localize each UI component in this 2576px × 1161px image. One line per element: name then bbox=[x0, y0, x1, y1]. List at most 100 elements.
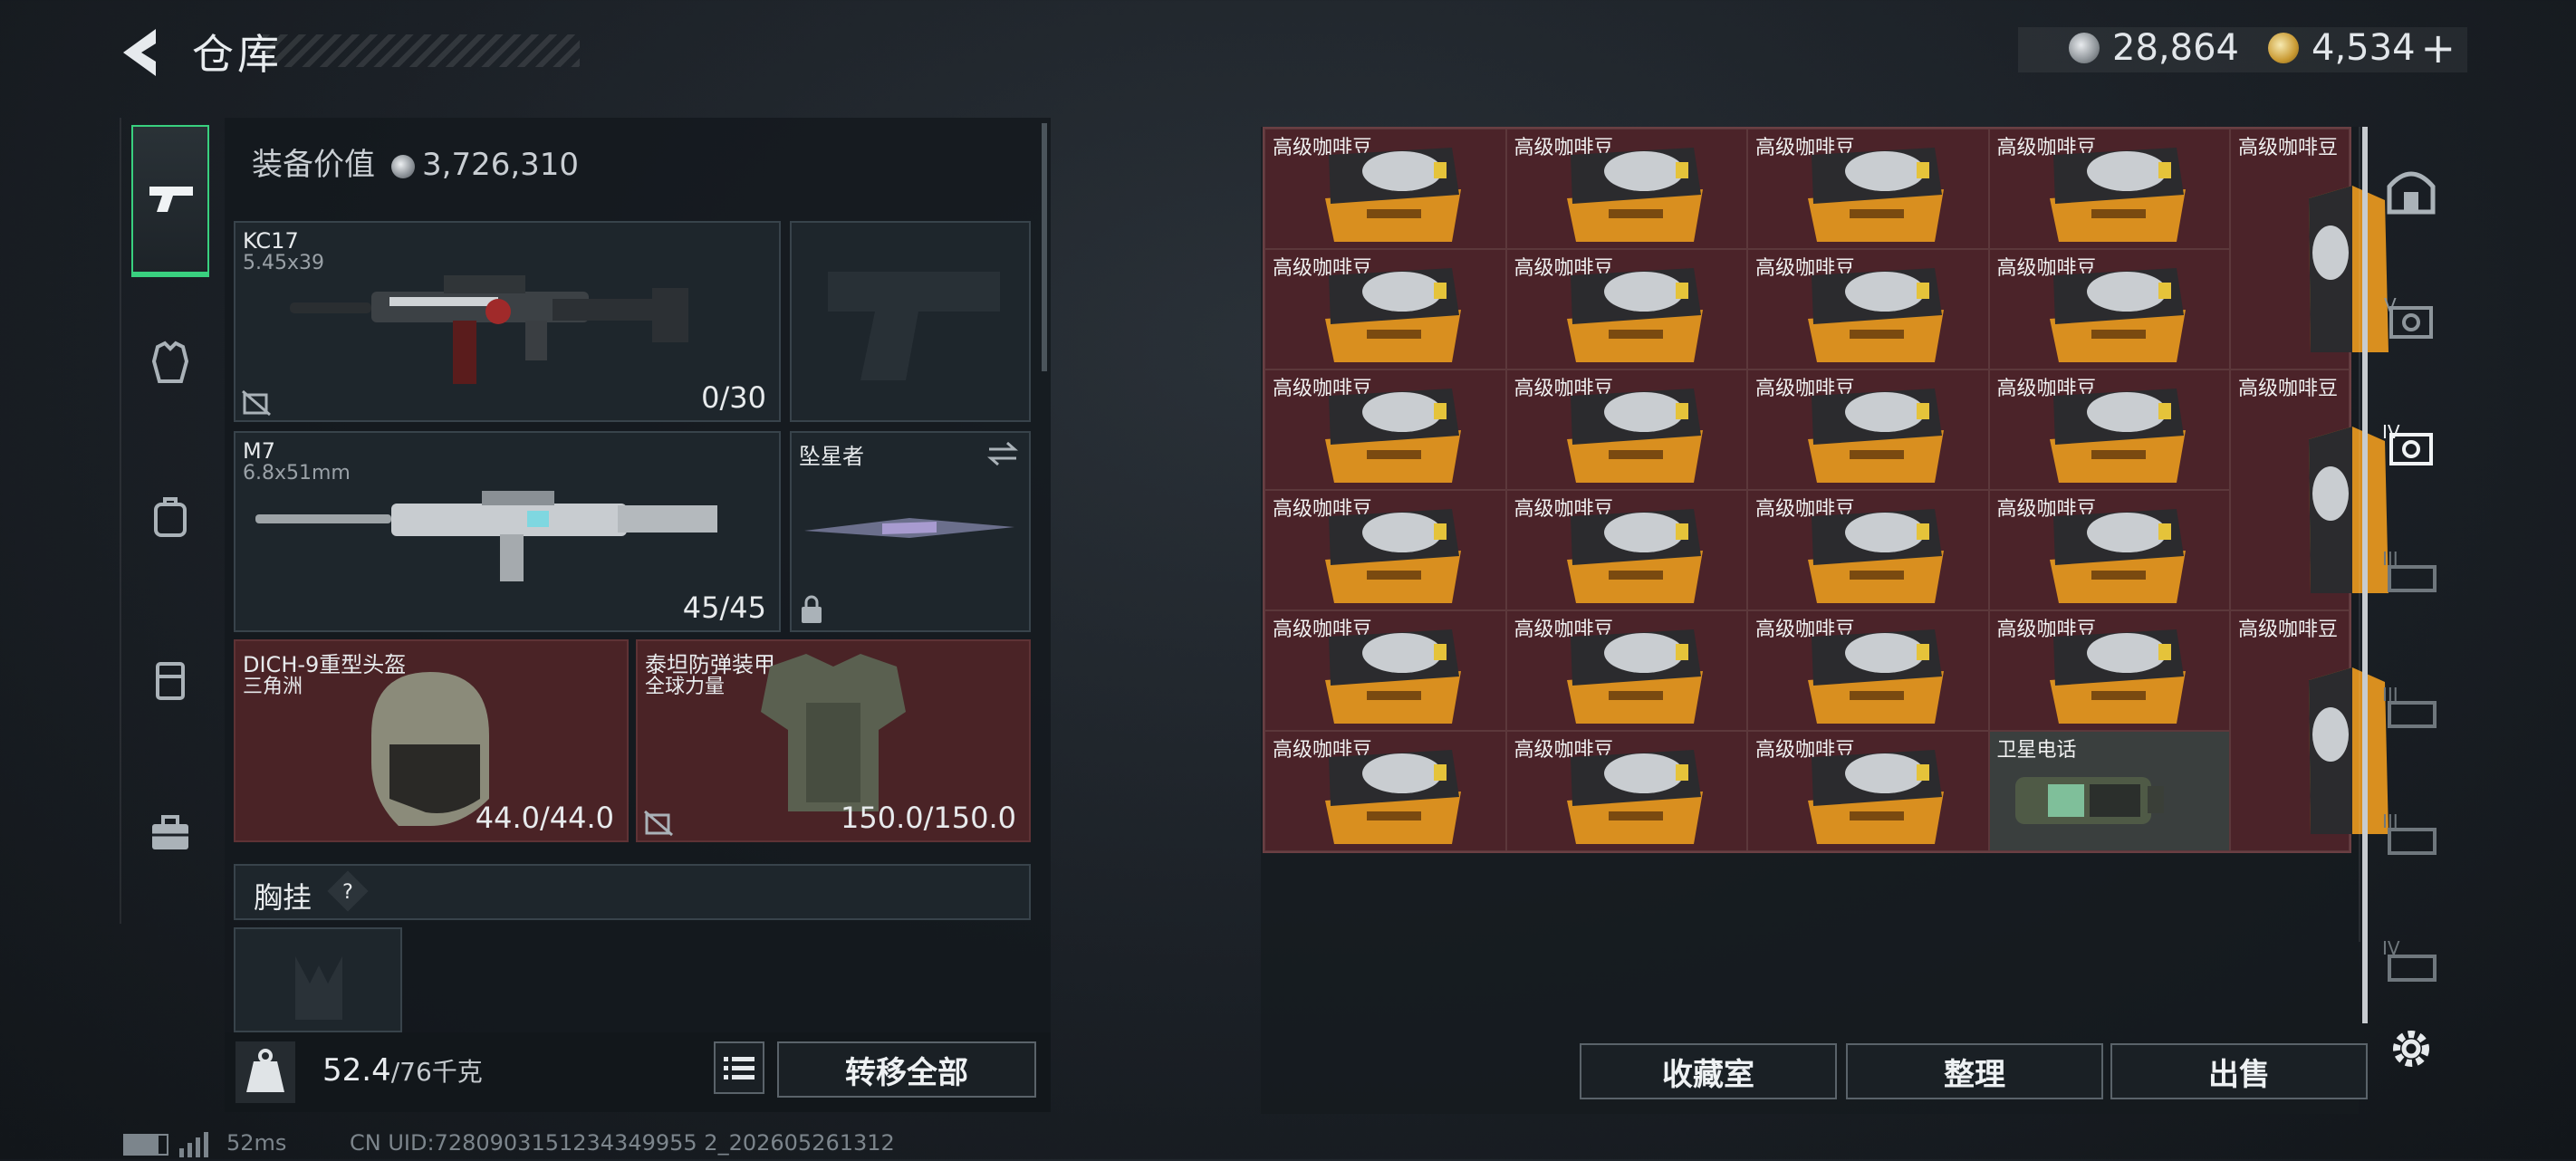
item-coffee-beans[interactable]: 高级咖啡豆 bbox=[1988, 369, 2230, 490]
coffee-bag-image bbox=[1325, 750, 1461, 844]
item-coffee-beans-large[interactable]: 高级咖啡豆 bbox=[2230, 369, 2389, 610]
item-coffee-beans[interactable]: 高级咖啡豆 bbox=[1264, 129, 1506, 249]
helmet-slot[interactable]: DICH-9重型头盔 三角洲 44.0/44.0 bbox=[234, 639, 629, 842]
item-coffee-beans[interactable]: 高级咖啡豆 bbox=[1747, 369, 1989, 490]
chest-rig-row[interactable]: 胸挂 ? bbox=[234, 864, 1031, 920]
nav-storage-4-active[interactable]: IV bbox=[2375, 408, 2447, 480]
uid-text: CN UID:7280903151234349955 2_20260526131… bbox=[350, 1130, 895, 1156]
item-coffee-beans[interactable]: 高级咖啡豆 bbox=[1747, 490, 1989, 610]
weight-icon bbox=[235, 1041, 295, 1103]
add-currency-button[interactable]: + bbox=[2421, 24, 2456, 72]
item-coffee-beans-large[interactable]: 高级咖啡豆 bbox=[2230, 129, 2389, 369]
coffee-bag-image bbox=[1808, 389, 1944, 483]
collection-button[interactable]: 收藏室 bbox=[1580, 1043, 1837, 1099]
silver-coin-icon bbox=[391, 154, 415, 178]
no-repair-icon bbox=[242, 389, 271, 417]
silver-amount: 28,864 bbox=[2112, 27, 2239, 69]
nav-backpack[interactable] bbox=[131, 471, 209, 561]
armor-slot[interactable]: 泰坦防弹装甲 全球力量 150.0/150.0 bbox=[636, 639, 1031, 842]
coffee-bag-image bbox=[1566, 148, 1703, 242]
help-icon[interactable]: ? bbox=[327, 870, 369, 912]
briefcase-icon bbox=[152, 815, 188, 849]
helmet-durability: 44.0/44.0 bbox=[475, 801, 614, 835]
item-coffee-beans[interactable]: 高级咖啡豆 bbox=[1505, 369, 1747, 490]
item-coffee-beans[interactable]: 高级咖啡豆 bbox=[1505, 249, 1747, 369]
armor-icon bbox=[151, 341, 189, 383]
coffee-bag-image bbox=[1808, 268, 1944, 362]
item-coffee-beans[interactable]: 高级咖啡豆 bbox=[1988, 249, 2230, 369]
item-coffee-beans[interactable]: 高级咖啡豆 bbox=[1747, 731, 1989, 851]
settings-button[interactable] bbox=[2375, 1012, 2447, 1085]
stash-grid: 高级咖啡豆 高级咖啡豆 高级咖啡豆 高级咖啡豆 高级咖啡豆 高级咖啡豆 高级咖啡豆 高级咖啡豆… bbox=[1263, 127, 2389, 853]
case-iii-icon: III bbox=[2382, 548, 2437, 592]
case-iii-icon: III bbox=[2382, 811, 2437, 855]
item-coffee-beans[interactable]: 高级咖啡豆 bbox=[1505, 490, 1747, 610]
nav-storage-5[interactable]: V bbox=[2375, 281, 2447, 353]
weight-max: /76千克 bbox=[390, 1057, 483, 1087]
sort-button[interactable]: 整理 bbox=[1846, 1043, 2103, 1099]
weight-current: 52.4 bbox=[322, 1052, 391, 1089]
item-coffee-beans[interactable]: 高级咖啡豆 bbox=[1264, 731, 1506, 851]
weight-display: 52.4/76千克 bbox=[322, 1052, 483, 1089]
list-view-button[interactable] bbox=[714, 1041, 764, 1094]
gold-coin-icon bbox=[2268, 33, 2299, 63]
coffee-bag-image bbox=[1566, 629, 1703, 724]
item-coffee-beans[interactable]: 高级咖啡豆 bbox=[1988, 490, 2230, 610]
secondary-weapon-slot[interactable]: M7 6.8x51mm 45/45 bbox=[234, 431, 781, 632]
rig-placeholder-icon bbox=[295, 956, 342, 1020]
item-coffee-beans[interactable]: 高级咖啡豆 bbox=[1505, 731, 1747, 851]
nav-armor[interactable] bbox=[131, 317, 209, 408]
melee-slot[interactable]: 坠星者 bbox=[790, 431, 1031, 632]
chest-rig-slot[interactable] bbox=[234, 927, 402, 1032]
coffee-bag-image bbox=[1808, 509, 1944, 603]
backpack-icon bbox=[154, 497, 187, 537]
coffee-bag-image bbox=[2049, 389, 2186, 483]
item-coffee-beans[interactable]: 高级咖啡豆 bbox=[1988, 610, 2230, 731]
nav-storage-3c[interactable]: III bbox=[2375, 797, 2447, 869]
armor-durability: 150.0/150.0 bbox=[841, 801, 1016, 835]
coffee-bag-image bbox=[1808, 629, 1944, 724]
back-arrow-icon bbox=[123, 29, 156, 76]
item-coffee-beans[interactable]: 高级咖啡豆 bbox=[1505, 610, 1747, 731]
primary-weapon-slot[interactable]: KC17 5.45x39 0/30 bbox=[234, 221, 781, 422]
back-button[interactable] bbox=[118, 25, 163, 80]
currency-gold[interactable]: 4,534 + bbox=[2268, 24, 2456, 72]
nav-case[interactable] bbox=[131, 788, 209, 878]
stash-scrollbar[interactable] bbox=[2362, 127, 2368, 1023]
equipment-value-label: 装备价值 bbox=[252, 147, 375, 183]
coffee-bag-image bbox=[2049, 268, 2186, 362]
transfer-all-button[interactable]: 转移全部 bbox=[777, 1041, 1036, 1098]
item-coffee-beans[interactable]: 高级咖啡豆 bbox=[1264, 490, 1506, 610]
case-iv-icon: IV bbox=[2382, 937, 2437, 982]
nav-rig[interactable] bbox=[131, 634, 209, 724]
nav-storage-main[interactable] bbox=[2375, 154, 2447, 226]
nav-storage-3b[interactable]: III bbox=[2375, 670, 2447, 743]
armor-brand: 全球力量 bbox=[645, 676, 726, 698]
lock-icon bbox=[802, 595, 822, 623]
item-coffee-beans[interactable]: 高级咖啡豆 bbox=[1988, 129, 2230, 249]
signal-icon bbox=[179, 1132, 210, 1161]
item-coffee-beans-large[interactable]: 高级咖啡豆 bbox=[2230, 610, 2389, 851]
nav-storage-4b[interactable]: IV bbox=[2375, 924, 2447, 996]
sell-button[interactable]: 出售 bbox=[2110, 1043, 2368, 1099]
item-coffee-beans[interactable]: 高级咖啡豆 bbox=[1747, 249, 1989, 369]
coffee-bag-image bbox=[1566, 750, 1703, 844]
equipment-scrollbar[interactable] bbox=[1042, 123, 1047, 371]
helmet-brand: 三角洲 bbox=[243, 676, 303, 698]
item-coffee-beans[interactable]: 高级咖啡豆 bbox=[1505, 129, 1747, 249]
item-coffee-beans[interactable]: 高级咖啡豆 bbox=[1747, 610, 1989, 731]
coffee-bag-image bbox=[2049, 148, 2186, 242]
chest-rig-label: 胸挂 bbox=[254, 880, 312, 915]
nav-weapons[interactable] bbox=[131, 125, 209, 275]
item-coffee-beans[interactable]: 高级咖啡豆 bbox=[1747, 129, 1989, 249]
pistol-slot[interactable] bbox=[790, 221, 1031, 422]
coffee-bag-image bbox=[2049, 629, 2186, 724]
item-coffee-beans[interactable]: 高级咖啡豆 bbox=[1264, 369, 1506, 490]
swap-icon[interactable] bbox=[985, 440, 1020, 467]
item-coffee-beans[interactable]: 高级咖啡豆 bbox=[1264, 249, 1506, 369]
item-coffee-beans[interactable]: 高级咖啡豆 bbox=[1264, 610, 1506, 731]
coffee-bag-image bbox=[1566, 389, 1703, 483]
nav-storage-3a[interactable]: III bbox=[2375, 534, 2447, 607]
title-decoration bbox=[263, 34, 580, 67]
item-satellite-phone[interactable]: 卫星电话 bbox=[1988, 731, 2230, 851]
